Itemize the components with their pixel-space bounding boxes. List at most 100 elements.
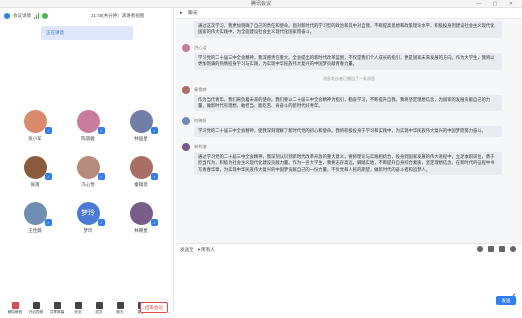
participant-tile[interactable]: ♪ 林国星 (124, 110, 158, 142)
chat-message: 洪心洁学习党的二十届三中全会精神，我深感责任重大。全会提出的新时代改革蓝图，不仅… (182, 43, 516, 70)
speaker-view-button[interactable]: 演讲者视图 (122, 13, 145, 19)
share-screen-icon (53, 301, 61, 309)
sender-name: 洪心洁 (194, 44, 207, 50)
talking-indicator: 正在讲话 (41, 26, 133, 40)
avatar: ♪ (129, 156, 158, 180)
mic-icon: ♪ (44, 173, 52, 180)
message-bubble: 通过学习党的二十届三中全会精神，我深刻认识到新时代改革开放的重大意义，要将理论与… (194, 151, 502, 176)
participant-name: 梦玲 (83, 228, 93, 233)
info-icon[interactable] (4, 13, 10, 19)
participant-tile[interactable]: ♪ 王佳薇 (18, 202, 52, 234)
mic-icon: ♪ (44, 127, 52, 134)
mic-icon (11, 301, 19, 309)
avatar: ♪ (129, 202, 158, 226)
more-icon[interactable] (510, 246, 516, 252)
sender-avatar (182, 142, 190, 151)
security-icon (74, 301, 82, 309)
system-note: 消息发送者已撤回了一条消息 (323, 75, 375, 81)
chat-header: ▸ 聊天 (176, 8, 522, 19)
end-meeting-button[interactable]: 结束会议 (140, 302, 168, 313)
send-button[interactable]: 发送 (496, 296, 516, 305)
avatar: ♪ (23, 156, 52, 180)
shield-icon (42, 13, 48, 19)
message-list: 通过这次学习，我更加明确了自己的责任和使命。面对新时代的学习型的政治和其中对自我… (176, 19, 522, 243)
send-to-label: 发送至 (180, 247, 194, 252)
mic-icon: ♪ (150, 127, 158, 134)
participant-name: 冯心怡 (81, 182, 95, 187)
toolbar-button[interactable]: 聊天 (111, 301, 129, 315)
participant-name: 张小军 (28, 136, 42, 141)
image-icon[interactable] (488, 246, 494, 252)
chat-icon (116, 301, 124, 309)
file-icon[interactable] (499, 246, 505, 252)
participant-tile[interactable]: 梦玲 ♪ 梦玲 (71, 202, 105, 234)
participant-name: 王佳薇 (28, 228, 42, 233)
message-bubble: 学习党的二十届三中全会精神，我深感责任重大。全会提出的新时代改革蓝图，不仅是我们… (194, 52, 502, 70)
toolbar-button[interactable]: 开启视频 (27, 301, 45, 315)
avatar: ♪ (76, 110, 105, 134)
participant-tile[interactable]: ♪ 张雨 (18, 156, 52, 188)
avatar: ♪ (23, 202, 52, 226)
message-bubble: 学习党的二十届三中全会精神，使我深刻理解了新时代党的初心和使命。我将积极投身于学… (194, 126, 502, 137)
sender-name: 林利溶 (194, 143, 207, 149)
meeting-info-link[interactable]: 会议详情 (13, 13, 31, 19)
mic-icon: ♪ (97, 127, 105, 134)
meeting-topbar: 会议详情 21:48(共分钟) 演讲者视图 (0, 8, 174, 24)
toolbar-button[interactable]: 安全 (69, 301, 87, 315)
meeting-toolbar: 解除静音开启视频共享屏幕安全成员聊天更多结束会议 (0, 298, 174, 318)
meeting-timer: 21:48(共分钟) (91, 13, 119, 18)
participant-name: 张雨 (30, 182, 40, 187)
avatar-initials: 梦玲 (81, 210, 95, 217)
avatar: ♪ (129, 110, 158, 134)
members-icon (95, 301, 103, 309)
mic-icon: ♪ (97, 219, 105, 226)
participant-tile[interactable]: ♪ 秦锡思 (124, 156, 158, 188)
window-controls[interactable]: — ▢ ✕ (476, 0, 518, 8)
emoji-icon[interactable] (477, 246, 483, 252)
video-panel: 会议详情 21:48(共分钟) 演讲者视图 正在讲话 ♪ 张小军 ♪ 陈丽雅 ♪ 林国星 ♪… (0, 8, 174, 314)
chat-input[interactable] (180, 256, 516, 302)
sender-avatar (182, 43, 190, 52)
mic-icon: ♪ (150, 173, 158, 180)
participant-tile[interactable]: ♪ 林朝星 (124, 202, 158, 234)
window-titlebar: 腾讯会议 — ▢ ✕ (0, 0, 522, 8)
camera-icon (32, 301, 40, 309)
sender-name: 秦雪婷 (194, 86, 207, 92)
sender-name: 何晓妍 (194, 118, 207, 124)
toolbar-label: 解除静音 (7, 309, 23, 314)
mic-icon: ♪ (150, 219, 158, 226)
message-bubble: 作为当代青年，我们肩负着未来的使命。我们要以二十届三中全会精神为指引，勤奋学习，… (194, 94, 502, 112)
chat-panel: ▸ 聊天 通过这次学习，我更加明确了自己的责任和使命。面对新时代的学习型的政治和… (176, 8, 522, 310)
toolbar-label: 安全 (74, 309, 82, 314)
toolbar-label: 聊天 (116, 309, 124, 314)
send-to-value: 所有人 (201, 247, 215, 252)
toolbar-button[interactable]: 共享屏幕 (48, 301, 66, 315)
sender-avatar (182, 85, 190, 94)
chat-message: 何晓妍学习党的二十届三中全会精神，使我深刻理解了新时代党的初心和使命。我将积极投… (182, 117, 516, 137)
send-to-select[interactable]: ▾ 所有人 (198, 247, 215, 253)
toolbar-label: 共享屏幕 (49, 309, 65, 314)
participant-name: 林朝星 (134, 228, 148, 233)
chat-message: 通过这次学习，我更加明确了自己的责任和使命。面对新时代的学习型的政治和其中对自我… (182, 21, 516, 38)
message-bubble: 通过这次学习，我更加明确了自己的责任和使命。面对新时代的学习型的政治和其中对自我… (194, 21, 502, 38)
toolbar-button[interactable]: 成员 (90, 301, 108, 315)
collapse-icon[interactable]: ▸ (180, 8, 182, 19)
participant-name: 秦锡思 (134, 182, 148, 187)
avatar: ♪ (76, 156, 105, 180)
composer-tools (477, 246, 516, 252)
window-title: 腾讯会议 (250, 1, 271, 7)
participant-name: 陈丽雅 (81, 136, 95, 141)
chat-composer: 发送至 ▾ 所有人 发送 (176, 243, 522, 310)
send-to: 发送至 ▾ 所有人 (180, 247, 215, 253)
signal-icon (34, 13, 39, 19)
toolbar-button[interactable]: 解除静音 (6, 301, 24, 315)
chat-message: 秦雪婷作为当代青年，我们肩负着未来的使命。我们要以二十届三中全会精神为指引，勤奋… (182, 85, 516, 112)
sender-avatar (182, 117, 190, 126)
chat-title: 聊天 (188, 11, 198, 16)
participant-name: 林国星 (134, 136, 148, 141)
avatar: ♪ (23, 110, 52, 134)
participant-tile[interactable]: ♪ 张小军 (18, 110, 52, 142)
participant-tile[interactable]: ♪ 冯心怡 (71, 156, 105, 188)
mic-icon: ♪ (44, 219, 52, 226)
participant-tile[interactable]: ♪ 陈丽雅 (71, 110, 105, 142)
